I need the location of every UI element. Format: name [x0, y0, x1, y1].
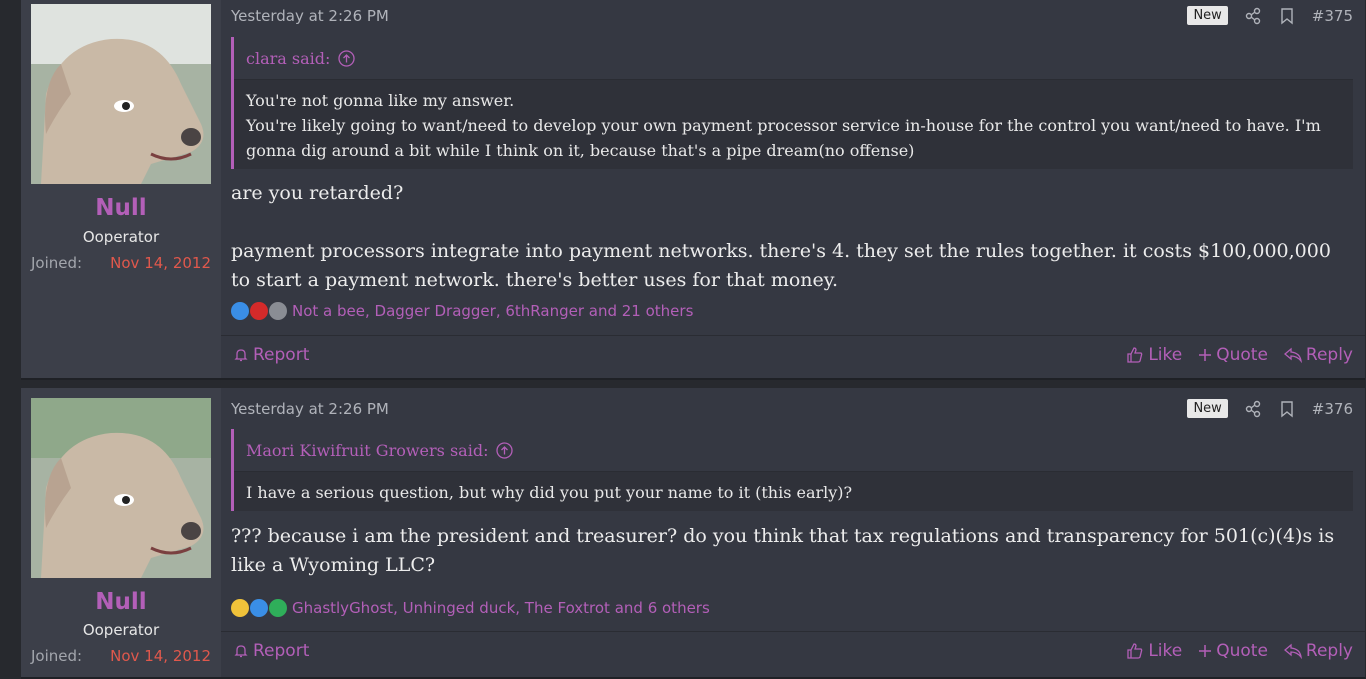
wrench-icon: [269, 302, 287, 320]
reply-label: Reply: [1305, 345, 1353, 365]
avatar[interactable]: [31, 398, 211, 578]
reaction-names[interactable]: Not a bee, Dagger Dragger, 6thRanger and…: [292, 302, 693, 320]
share-icon[interactable]: [1244, 7, 1262, 25]
message-paragraph: are you retarded?: [231, 182, 404, 204]
quote-line: You're likely going to want/need to deve…: [246, 116, 1321, 160]
quote-line: I have a serious question, but why did y…: [246, 483, 853, 502]
quote-button[interactable]: Quote: [1198, 641, 1268, 661]
blockquote: clara said: You're not gonna like my ans…: [231, 37, 1353, 169]
report-label: Report: [253, 345, 310, 365]
report-label: Report: [253, 641, 310, 661]
heart-icon: [250, 302, 268, 320]
username[interactable]: Null: [21, 195, 221, 221]
post-actions: Like Quote Reply: [1110, 641, 1353, 661]
like-button[interactable]: Like: [1126, 641, 1182, 661]
plus-icon: [1199, 645, 1212, 657]
post-number[interactable]: #376: [1312, 400, 1353, 418]
post-meta: New #376: [1187, 399, 1353, 418]
share-icon[interactable]: [1244, 400, 1262, 418]
post-footer: Report Like Quote Reply: [221, 335, 1365, 376]
post-content: Yesterday at 2:26 PM New #376 Maori Kiwi…: [221, 388, 1365, 677]
thumbs-up-icon: [1127, 347, 1143, 363]
plus-icon: [1199, 349, 1212, 361]
arrow-up-icon[interactable]: [496, 441, 514, 459]
quote-header[interactable]: clara said:: [234, 37, 1353, 80]
quote-label: Quote: [1216, 641, 1268, 661]
like-label: Like: [1148, 641, 1183, 661]
post-footer: Report Like Quote Reply: [221, 631, 1365, 672]
joined-date: Nov 14, 2012: [110, 647, 211, 665]
like-label: Like: [1148, 345, 1183, 365]
bookmark-icon[interactable]: [1278, 7, 1296, 25]
quote-author[interactable]: clara said:: [246, 49, 330, 68]
joined-row: Joined: Nov 14, 2012: [31, 254, 211, 272]
post-375: Null Ooperator Joined: Nov 14, 2012 Yest…: [21, 0, 1365, 380]
quote-line: You're not gonna like my answer.: [246, 91, 515, 110]
bookmark-icon[interactable]: [1278, 400, 1296, 418]
quote-button[interactable]: Quote: [1198, 345, 1268, 365]
message-paragraph: payment processors integrate into paymen…: [231, 240, 1331, 291]
bell-icon: [234, 645, 248, 658]
reactions-bar[interactable]: Not a bee, Dagger Dragger, 6thRanger and…: [231, 302, 693, 320]
reply-icon: [1283, 347, 1302, 363]
reply-button[interactable]: Reply: [1283, 641, 1353, 661]
like-icon: [250, 599, 268, 617]
reaction-icons: [231, 599, 288, 617]
reply-label: Reply: [1305, 641, 1353, 661]
bell-icon: [234, 349, 248, 362]
new-badge: New: [1187, 399, 1228, 418]
username[interactable]: Null: [21, 589, 221, 615]
user-info: Null Ooperator Joined: Nov 14, 2012: [21, 388, 221, 677]
quote-body: You're not gonna like my answer. You're …: [234, 80, 1353, 171]
joined-row: Joined: Nov 14, 2012: [31, 647, 211, 665]
blockquote: Maori Kiwifruit Growers said: I have a s…: [231, 429, 1353, 511]
new-badge: New: [1187, 6, 1228, 25]
message-paragraph: ??? because i am the president and treas…: [231, 525, 1335, 576]
reactions-bar[interactable]: GhastlyGhost, Unhinged duck, The Foxtrot…: [231, 599, 710, 617]
thumbs-up-icon: [1127, 643, 1143, 659]
joined-date: Nov 14, 2012: [110, 254, 211, 272]
user-title: Ooperator: [82, 621, 160, 639]
checkmark-icon: [269, 599, 287, 617]
post-content: Yesterday at 2:26 PM New #375 clara said…: [221, 0, 1365, 378]
quote-label: Quote: [1216, 345, 1268, 365]
quote-header[interactable]: Maori Kiwifruit Growers said:: [234, 429, 1353, 472]
arrow-up-icon[interactable]: [338, 49, 356, 67]
reaction-icons: [231, 302, 288, 320]
post-actions: Like Quote Reply: [1110, 345, 1353, 365]
reply-button[interactable]: Reply: [1283, 345, 1353, 365]
joined-label: Joined:: [31, 647, 83, 665]
thinking-icon: [231, 599, 249, 617]
post-date[interactable]: Yesterday at 2:26 PM: [231, 7, 389, 25]
post-date[interactable]: Yesterday at 2:26 PM: [231, 400, 389, 418]
quote-author[interactable]: Maori Kiwifruit Growers said:: [246, 441, 488, 460]
report-button[interactable]: Report: [233, 641, 309, 661]
quote-body: I have a serious question, but why did y…: [234, 472, 1353, 513]
like-button[interactable]: Like: [1126, 345, 1182, 365]
joined-label: Joined:: [31, 254, 83, 272]
post-meta: New #375: [1187, 6, 1353, 25]
user-title: Ooperator: [82, 228, 160, 246]
like-icon: [231, 302, 249, 320]
reaction-names[interactable]: GhastlyGhost, Unhinged duck, The Foxtrot…: [292, 599, 710, 617]
avatar[interactable]: [31, 4, 211, 184]
post-number[interactable]: #375: [1312, 7, 1353, 25]
report-button[interactable]: Report: [233, 345, 309, 365]
user-info: Null Ooperator Joined: Nov 14, 2012: [21, 0, 221, 378]
reply-icon: [1283, 643, 1302, 659]
post-376: Null Ooperator Joined: Nov 14, 2012 Yest…: [21, 388, 1365, 679]
